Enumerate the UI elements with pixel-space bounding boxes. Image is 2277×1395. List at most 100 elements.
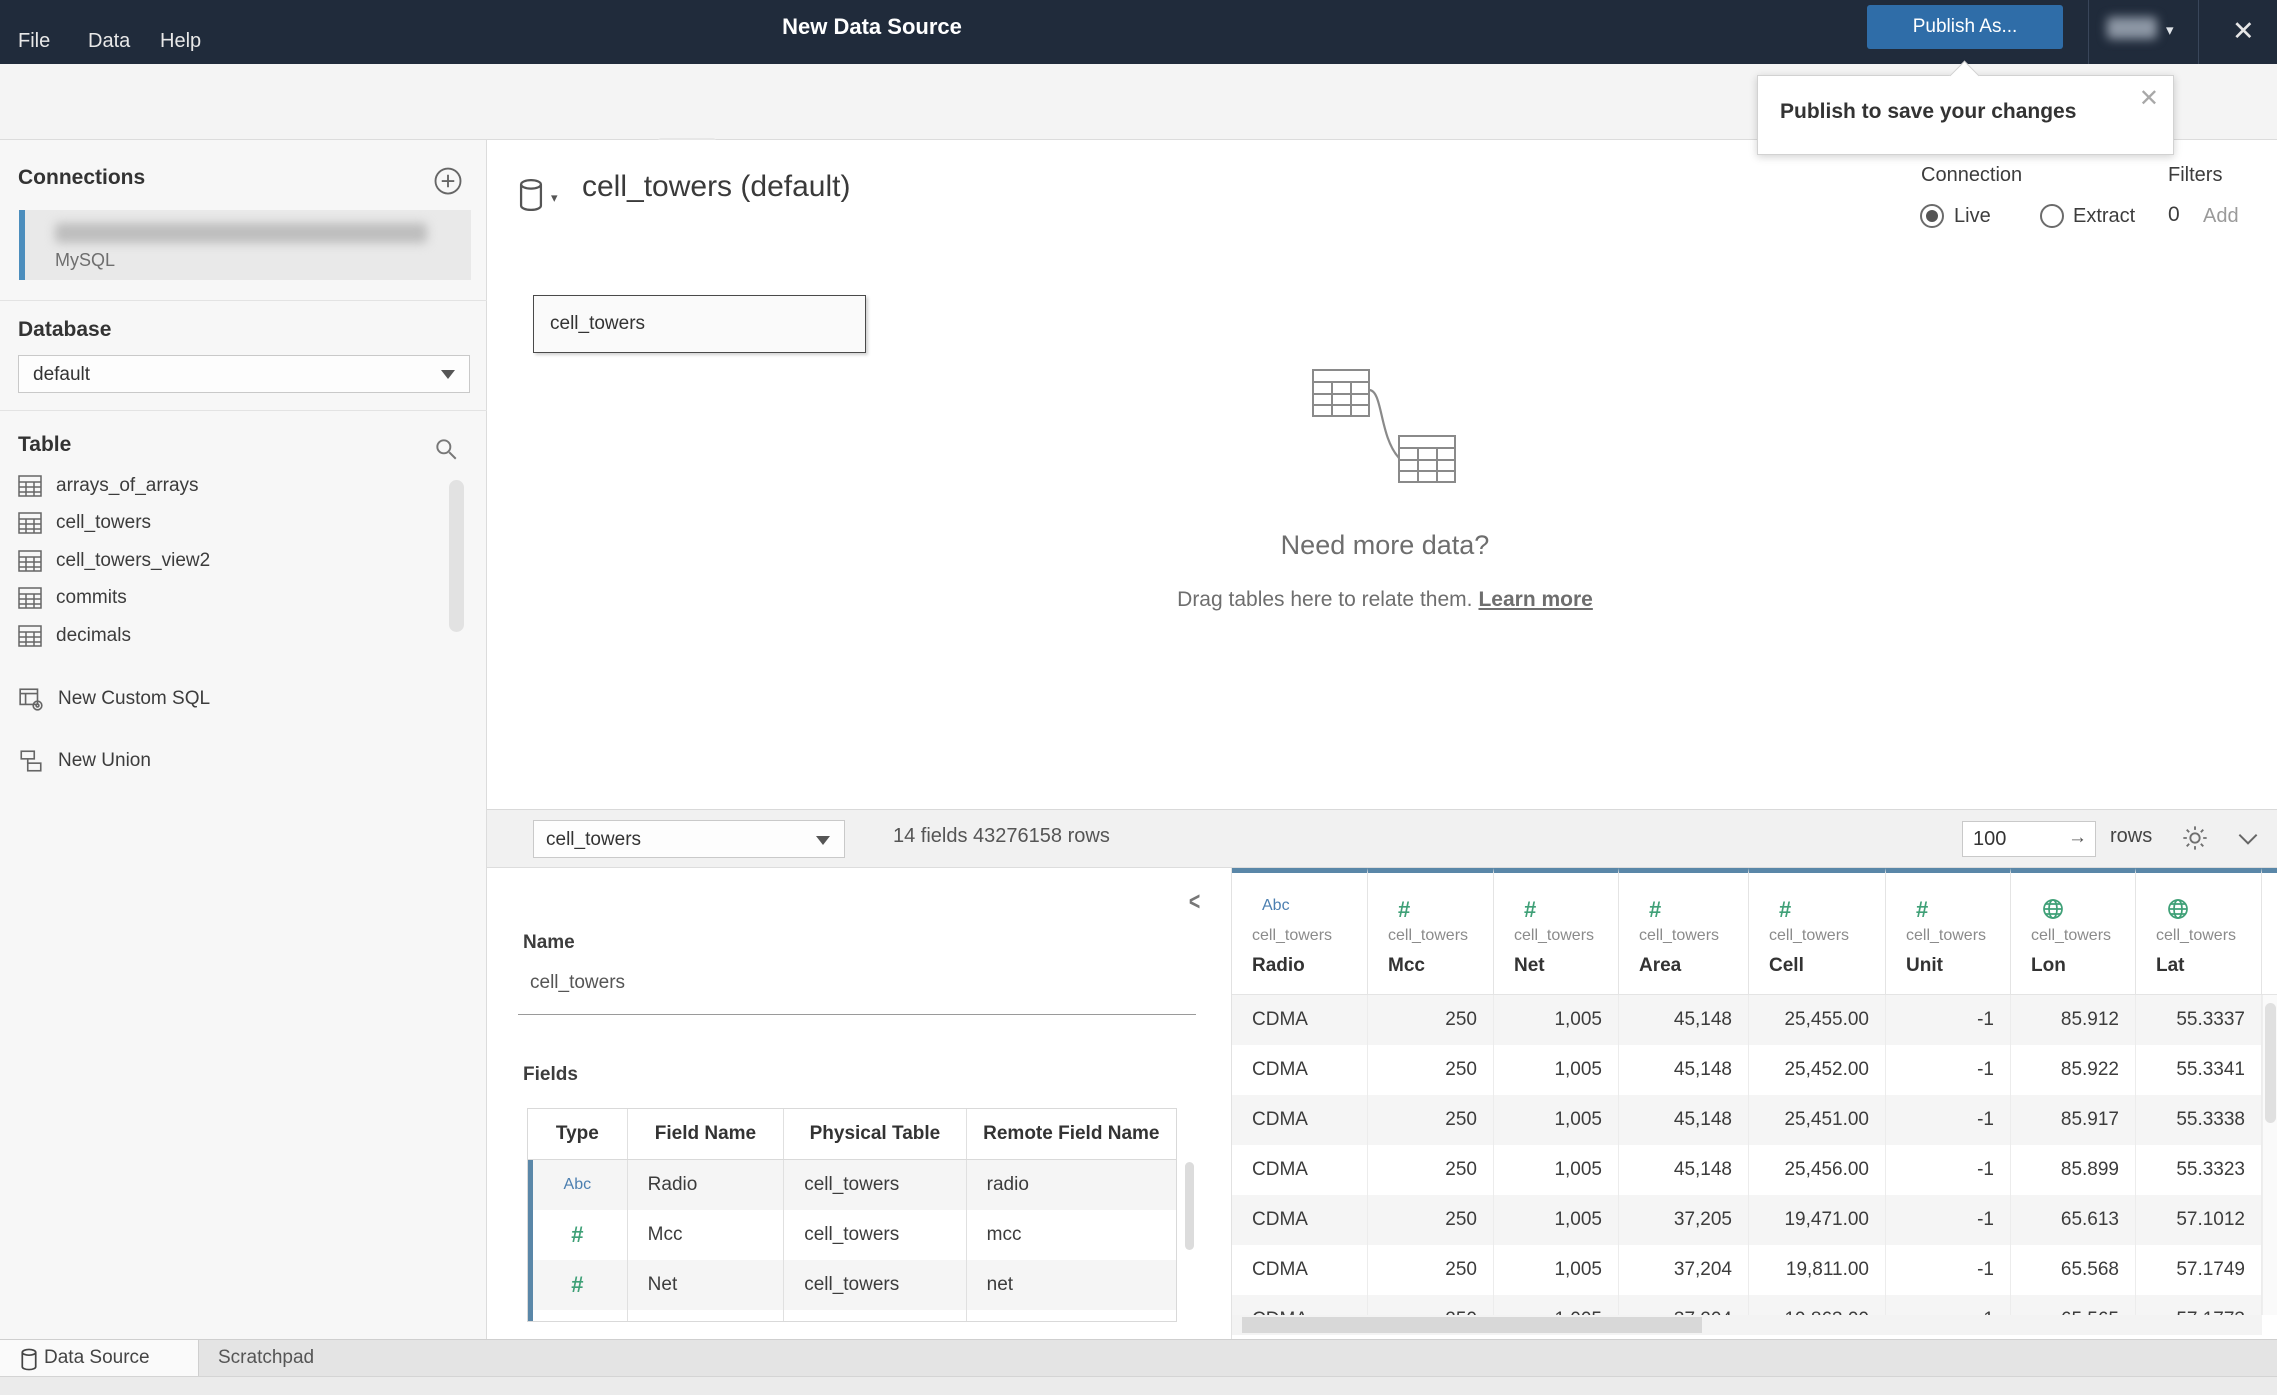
field-field-cell [628,1310,785,1321]
number-type-icon: # [571,1222,584,1247]
menu-data[interactable]: Data [88,30,130,53]
row-accent-bar [528,1260,533,1310]
datasource-caret-icon[interactable]: ▾ [551,190,558,206]
user-name-redacted[interactable] [2107,17,2157,39]
grid-cell: 65.613 [2011,1195,2136,1245]
globe-icon [2168,899,2188,919]
data-preview-grid: Abc cell_towers Radio # cell_towers Mcc # cell_… [1232,868,2277,1339]
field-row-partial[interactable] [528,1310,1176,1321]
grid-cell: 65.565 [2011,1295,2136,1315]
new-union[interactable]: New Union [18,742,151,779]
sidebar-table-cell_towers_view2[interactable]: cell_towers_view2 [18,542,210,579]
field-field-cell: Mcc [628,1210,785,1260]
datasource-db-icon[interactable] [516,178,546,217]
publish-as-button[interactable]: Publish As... [1867,5,2063,49]
window-close-icon[interactable]: ✕ [2232,13,2255,49]
grid-cell: 25,451.00 [1749,1095,1886,1145]
database-value: default [33,364,91,385]
row-accent-bar [528,1310,533,1321]
live-radio[interactable] [1920,204,1944,228]
grid-row[interactable]: CDMA 250 1,005 45,148 25,456.00 -1 85.899 55.33… [1232,1145,2262,1195]
table-item-label: cell_towers [56,512,152,533]
table-icon [18,512,42,534]
grid-cell: 45,148 [1619,995,1749,1045]
collapse-metadata-icon[interactable]: < [1189,886,1200,917]
sidebar-table-commits[interactable]: commits [18,580,127,617]
table-node-cell-towers[interactable]: cell_towers [533,295,866,353]
column-table-caption: cell_towers [1388,927,1469,944]
table-search-icon[interactable] [433,436,459,467]
grid-column-header-Mcc[interactable]: # cell_towers Mcc [1368,868,1494,995]
extract-radio[interactable] [2040,204,2064,228]
new-custom-sql[interactable]: New Custom SQL [18,680,210,717]
grid-cell: 85.917 [2011,1095,2136,1145]
field-metadata-panel: < Name cell_towers Fields Type Field Name… [487,868,1232,1339]
grid-cell: 1,005 [1494,1245,1619,1295]
database-select[interactable]: default [18,355,470,393]
grid-column-header-Cell[interactable]: # cell_towers Cell [1749,868,1886,995]
connection-accent-bar [19,210,25,280]
field-row-Radio[interactable]: Abc Radio cell_towers radio [528,1160,1176,1210]
fields-table-scrollbar[interactable] [1185,1162,1194,1250]
live-label[interactable]: Live [1954,205,1991,228]
titlebar-divider [2088,0,2089,64]
grid-column-header-Lon[interactable]: cell_towers Lon [2011,868,2136,995]
learn-more-link[interactable]: Learn more [1478,588,1592,611]
menu-file[interactable]: File [18,30,50,53]
connection-item[interactable]: MySQL [19,210,471,280]
scrollbar-thumb[interactable] [1242,1317,1702,1333]
table-icon [18,474,42,497]
row-accent-bar [528,1160,533,1210]
user-menu-caret-icon[interactable]: ▾ [2166,21,2174,39]
tab-scratchpad[interactable]: Scratchpad [218,1347,314,1369]
grid-column-header-Lat[interactable]: cell_towers Lat [2136,868,2262,995]
column-name: Net [1514,955,1545,976]
table-name-input[interactable]: cell_towers [530,972,625,994]
grid-row[interactable]: CDMA 250 1,005 45,148 25,451.00 -1 85.917 55.33… [1232,1095,2262,1145]
grid-column-header-Area[interactable]: # cell_towers Area [1619,868,1749,995]
extract-label[interactable]: Extract [2073,205,2135,228]
database-header: Database [18,318,112,341]
menu-help[interactable]: Help [160,30,201,53]
grid-cell: 85.922 [2011,1045,2136,1095]
grid-cell: CDMA [1232,1095,1368,1145]
collapse-panel-chevron-icon[interactable] [2235,828,2261,855]
row-limit-input[interactable]: 100 → [1962,821,2096,857]
scrollbar-thumb[interactable] [2265,1003,2276,1123]
grid-horizontal-scrollbar[interactable] [1232,1315,2262,1335]
string-type-icon: Abc [563,1176,592,1193]
table-selector[interactable]: cell_towers [533,820,845,858]
tab-data-source[interactable]: Data Source [0,1340,199,1377]
connection-name-redacted [55,223,427,243]
filters-add-link[interactable]: Add [2203,205,2239,228]
sidebar-table-decimals[interactable]: decimals [18,617,131,654]
field-row-Net[interactable]: # Net cell_towers net [528,1260,1176,1310]
column-name: Lon [2031,955,2066,976]
grid-vertical-scrollbar[interactable] [2262,995,2277,1315]
grid-settings-gear-icon[interactable] [2181,824,2209,857]
table-list-scrollbar[interactable] [449,480,464,632]
grid-row[interactable]: CDMA2501,00537,20419,863.00-165.56557.17… [1232,1295,2262,1315]
datasource-title[interactable]: cell_towers (default) [582,170,850,204]
name-underline [518,1014,1196,1015]
add-connection-icon[interactable] [433,166,463,201]
column-table-caption: cell_towers [1769,927,1850,944]
grid-row[interactable]: CDMA 250 1,005 45,148 25,455.00 -1 85.912 55.33… [1232,995,2262,1045]
sidebar-table-cell_towers[interactable]: cell_towers [18,505,151,542]
table-selector-value: cell_towers [546,829,642,850]
apply-rows-icon[interactable]: → [2068,827,2087,849]
grid-column-header-Net[interactable]: # cell_towers Net [1494,868,1619,995]
column-table-caption: cell_towers [2156,927,2237,944]
tooltip-close-icon[interactable]: ✕ [2139,84,2159,113]
grid-cell: 1,005 [1494,1195,1619,1245]
grid-row[interactable]: CDMA 250 1,005 37,204 19,811.00 -1 65.568 57.17… [1232,1245,2262,1295]
field-row-Mcc[interactable]: # Mcc cell_towers mcc [528,1210,1176,1260]
grid-column-header-Radio[interactable]: Abc cell_towers Radio [1232,868,1368,995]
grid-column-header-Unit[interactable]: # cell_towers Unit [1886,868,2011,995]
grid-row[interactable]: CDMA 250 1,005 45,148 25,452.00 -1 85.922 55.33… [1232,1045,2262,1095]
grid-cell: 57.1773 [2136,1295,2262,1315]
window-title: New Data Source [782,14,962,39]
sidebar-table-arrays_of_arrays[interactable]: arrays_of_arrays [18,467,199,504]
grid-row[interactable]: CDMA 250 1,005 37,205 19,471.00 -1 65.613 57.10… [1232,1195,2262,1245]
custom-sql-icon [19,687,43,711]
